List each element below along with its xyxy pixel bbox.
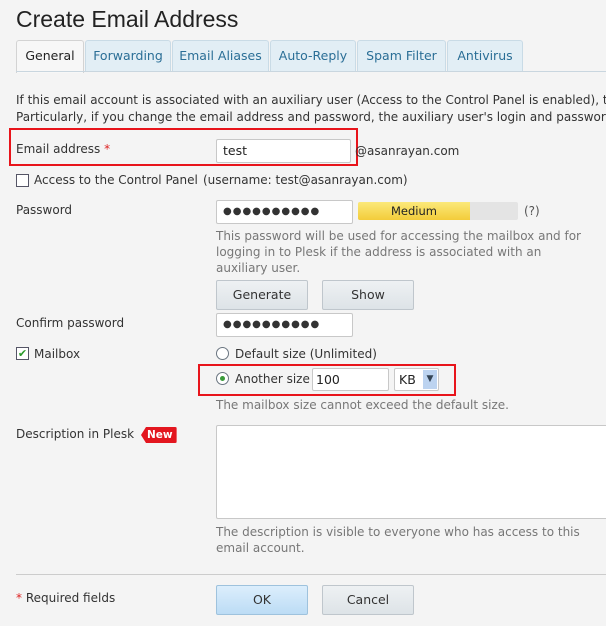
mailbox-help: The mailbox size cannot exceed the defau… xyxy=(216,398,509,412)
password-input[interactable]: ●●●●●●●●●● xyxy=(216,200,353,224)
generate-button[interactable]: Generate xyxy=(216,280,308,310)
footer-divider xyxy=(16,574,606,575)
description-help: The description is visible to everyone w… xyxy=(216,525,580,555)
ok-button[interactable]: OK xyxy=(216,585,308,615)
show-button[interactable]: Show xyxy=(322,280,414,310)
mailbox-checkbox[interactable]: ✔ xyxy=(16,347,29,360)
unit-value: KB xyxy=(399,372,416,387)
password-strength-meter: Medium xyxy=(358,202,518,220)
intro-text-line-2: Particularly, if you change the email ad… xyxy=(16,110,606,124)
default-size-radio[interactable] xyxy=(216,347,229,360)
required-fields-note: * Required fields xyxy=(16,591,115,605)
email-label: Email address * xyxy=(16,142,110,156)
tab-divider xyxy=(16,71,606,72)
password-help-link[interactable]: (?) xyxy=(524,204,540,218)
tab-spam-filter[interactable]: Spam Filter xyxy=(357,40,446,72)
access-control-panel-checkbox[interactable] xyxy=(16,174,29,187)
another-size-label: Another size xyxy=(235,372,310,386)
mailbox-label: Mailbox xyxy=(34,347,81,361)
access-control-panel-label: Access to the Control Panel xyxy=(34,173,198,187)
tab-general[interactable]: General xyxy=(16,40,84,73)
tab-antivirus[interactable]: Antivirus xyxy=(447,40,523,72)
mailbox-unit-select[interactable]: KB ▼ xyxy=(394,368,439,391)
confirm-password-input[interactable]: ●●●●●●●●●● xyxy=(216,313,353,337)
description-textarea[interactable] xyxy=(216,425,606,519)
intro-text-line-1: If this email account is associated with… xyxy=(16,93,606,107)
chevron-down-icon[interactable]: ▼ xyxy=(423,370,437,389)
mailbox-size-input[interactable]: 100 xyxy=(312,368,389,391)
confirm-password-label: Confirm password xyxy=(16,316,125,330)
required-mark: * xyxy=(104,142,111,156)
cancel-button[interactable]: Cancel xyxy=(322,585,414,615)
strength-label: Medium xyxy=(391,204,437,218)
another-size-radio[interactable] xyxy=(216,372,229,385)
tab-email-aliases[interactable]: Email Aliases xyxy=(172,40,269,72)
email-label-text: Email address xyxy=(16,142,101,156)
email-domain: @asanrayan.com xyxy=(355,144,460,158)
description-label: Description in Plesk xyxy=(16,427,135,441)
tab-auto-reply[interactable]: Auto-Reply xyxy=(270,40,356,72)
username-note: (username: test@asanrayan.com) xyxy=(203,173,408,187)
tab-forwarding[interactable]: Forwarding xyxy=(85,40,171,72)
password-label: Password xyxy=(16,203,73,217)
password-help: This password will be used for accessing… xyxy=(216,229,581,275)
page-title: Create Email Address xyxy=(16,6,239,32)
required-mark: * xyxy=(16,591,22,605)
required-fields-label: Required fields xyxy=(25,591,116,605)
default-size-label: Default size (Unlimited) xyxy=(235,347,377,361)
email-input[interactable]: test xyxy=(216,139,351,163)
new-badge: New xyxy=(141,427,177,443)
